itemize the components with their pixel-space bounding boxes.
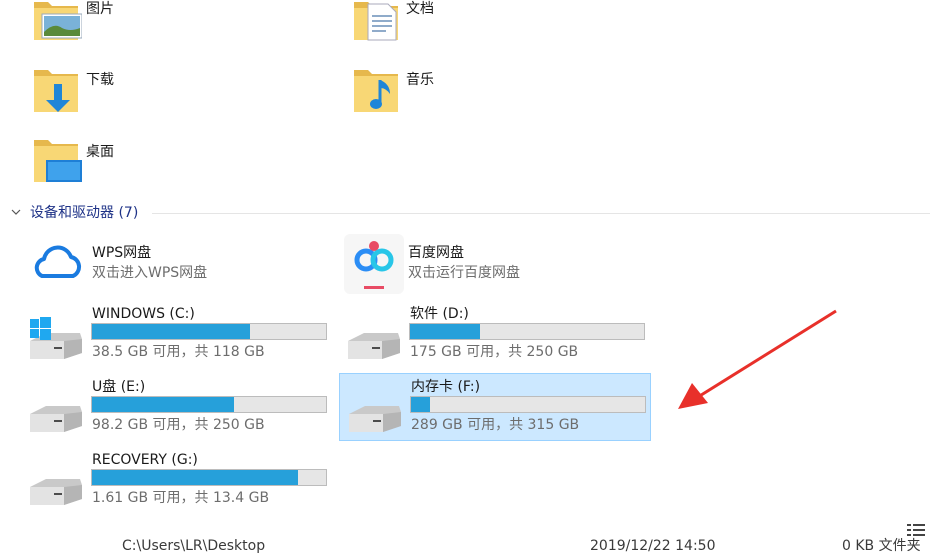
drive-usage-fill [92,324,250,339]
partial-path-text: C:\Users\LR\Desktop [122,538,266,554]
drive-usage-bar [409,323,645,340]
app-title: 百度网盘 [408,245,464,261]
drive-usage-bar [410,396,646,413]
drive-space-info: 289 GB 可用，共 315 GB [411,417,580,433]
drive-name: 内存卡 (F:) [411,379,481,395]
downloads-folder-icon [34,70,78,112]
drive-d[interactable]: 软件 (D:) 175 GB 可用，共 250 GB [346,305,658,373]
section-divider [152,213,930,214]
app-subtitle: 双击运行百度网盘 [408,265,520,281]
drive-f[interactable]: 内存卡 (F:) 289 GB 可用，共 315 GB [339,373,651,441]
app-title: WPS网盘 [92,245,152,261]
drive-usage-fill [410,324,481,339]
app-subtitle: 双击进入WPS网盘 [92,265,208,281]
folder-label: 桌面 [86,144,114,160]
partial-date-text: 2019/12/22 14:50 [590,538,716,554]
baidu-netdisk-icon [344,234,404,294]
drive-space-info: 175 GB 可用，共 250 GB [410,344,579,360]
folder-desktop[interactable]: 桌面 [30,136,330,196]
hard-drive-icon [348,333,400,359]
desktop-folder-icon [34,140,82,182]
hard-drive-icon [349,406,401,432]
drive-usage-bar [91,323,327,340]
drive-e[interactable]: U盘 (E:) 98.2 GB 可用，共 250 GB [28,378,340,446]
drive-g[interactable]: RECOVERY (G:) 1.61 GB 可用，共 13.4 GB [28,451,340,519]
pictures-folder-icon [34,2,82,40]
folder-documents[interactable]: 文档 [350,0,650,54]
partial-size-text: 0 KB 文件夹 [842,538,921,554]
folder-label: 文档 [406,1,434,17]
drive-name: WINDOWS (C:) [92,306,195,322]
app-baidu-netdisk[interactable]: 百度网盘 双击运行百度网盘 [344,234,644,294]
drive-name: RECOVERY (G:) [92,452,198,468]
hard-drive-icon [30,479,82,505]
app-wps-cloud[interactable]: WPS网盘 双击进入WPS网盘 [28,236,328,296]
drive-usage-fill [411,397,431,412]
drive-space-info: 98.2 GB 可用，共 250 GB [92,417,265,433]
wps-cloud-icon [34,245,82,278]
section-devices-drives[interactable]: 设备和驱动器 (7) [10,204,930,222]
folder-pictures[interactable]: 图片 [30,0,330,54]
music-folder-icon [354,70,398,112]
drive-name: 软件 (D:) [410,306,469,322]
drive-usage-fill [92,397,235,412]
folder-downloads[interactable]: 下载 [30,66,330,126]
annotation-arrow-icon [678,309,837,409]
drive-space-info: 1.61 GB 可用，共 13.4 GB [92,490,270,506]
folder-label: 图片 [86,1,114,17]
folder-music[interactable]: 音乐 [350,66,650,126]
documents-folder-icon [354,2,398,41]
drive-usage-bar [91,396,327,413]
hard-drive-icon [30,406,82,432]
chevron-down-icon[interactable] [10,206,22,218]
drive-usage-fill [92,470,298,485]
drive-space-info: 38.5 GB 可用，共 118 GB [92,344,265,360]
section-title: 设备和驱动器 (7) [30,205,139,221]
windows-drive-icon [30,317,82,359]
folder-label: 下载 [86,72,114,88]
folder-label: 音乐 [406,72,434,88]
drive-name: U盘 (E:) [92,379,146,395]
drive-c[interactable]: WINDOWS (C:) 38.5 GB 可用，共 118 GB [28,305,340,373]
drive-usage-bar [91,469,327,486]
